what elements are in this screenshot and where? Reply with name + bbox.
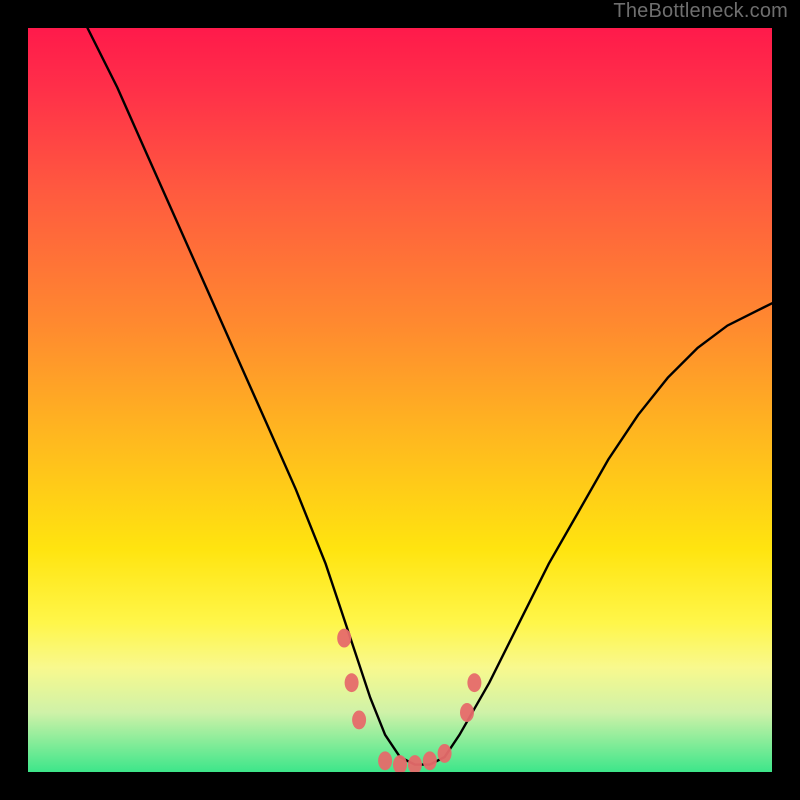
plot-area	[28, 28, 772, 772]
curve-marker	[460, 703, 474, 722]
curve-marker	[337, 629, 351, 648]
bottleneck-curve	[88, 28, 773, 765]
curve-marker	[438, 744, 452, 763]
curve-layer	[28, 28, 772, 772]
curve-marker	[467, 673, 481, 692]
watermark-text: TheBottleneck.com	[613, 0, 788, 23]
curve-marker	[423, 751, 437, 770]
chart-stage: TheBottleneck.com	[0, 0, 800, 800]
curve-marker	[393, 755, 407, 772]
curve-marker	[408, 755, 422, 772]
curve-marker	[378, 751, 392, 770]
curve-markers	[337, 629, 481, 772]
curve-marker	[345, 673, 359, 692]
curve-marker	[352, 710, 366, 729]
